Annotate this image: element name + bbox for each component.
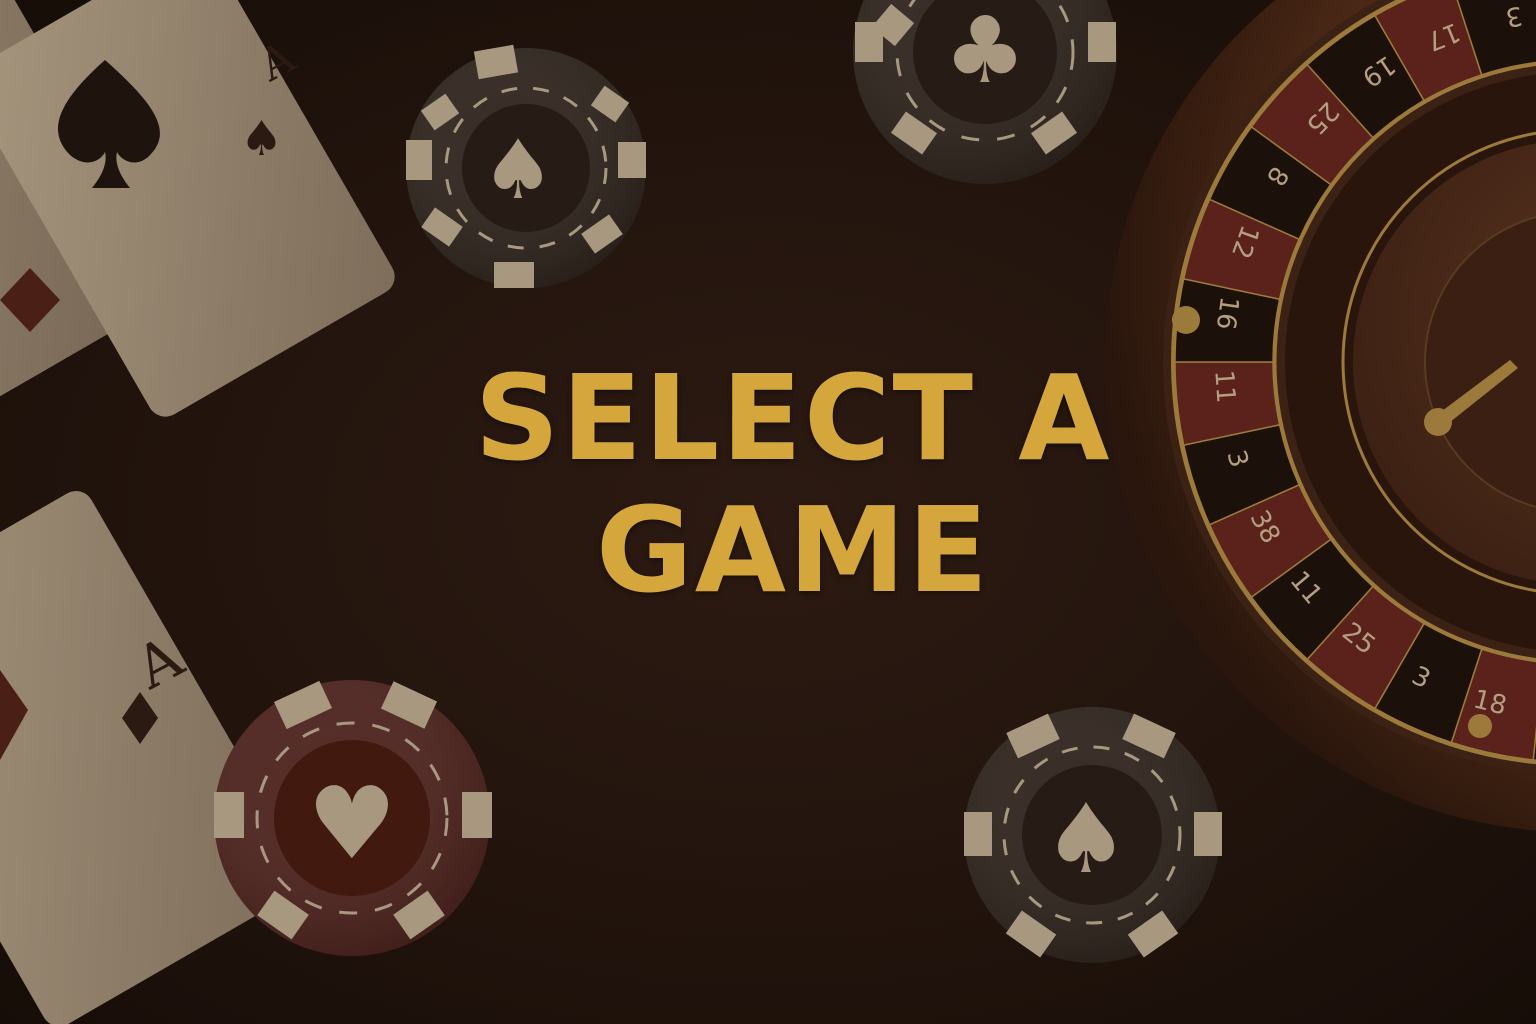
game-select-screen: A ♠ A ♣ [0,0,1536,1024]
page-title: SELECT A GAME [418,352,1168,616]
title-line-2: GAME [595,481,991,619]
title-line-1: SELECT A [474,349,1112,487]
